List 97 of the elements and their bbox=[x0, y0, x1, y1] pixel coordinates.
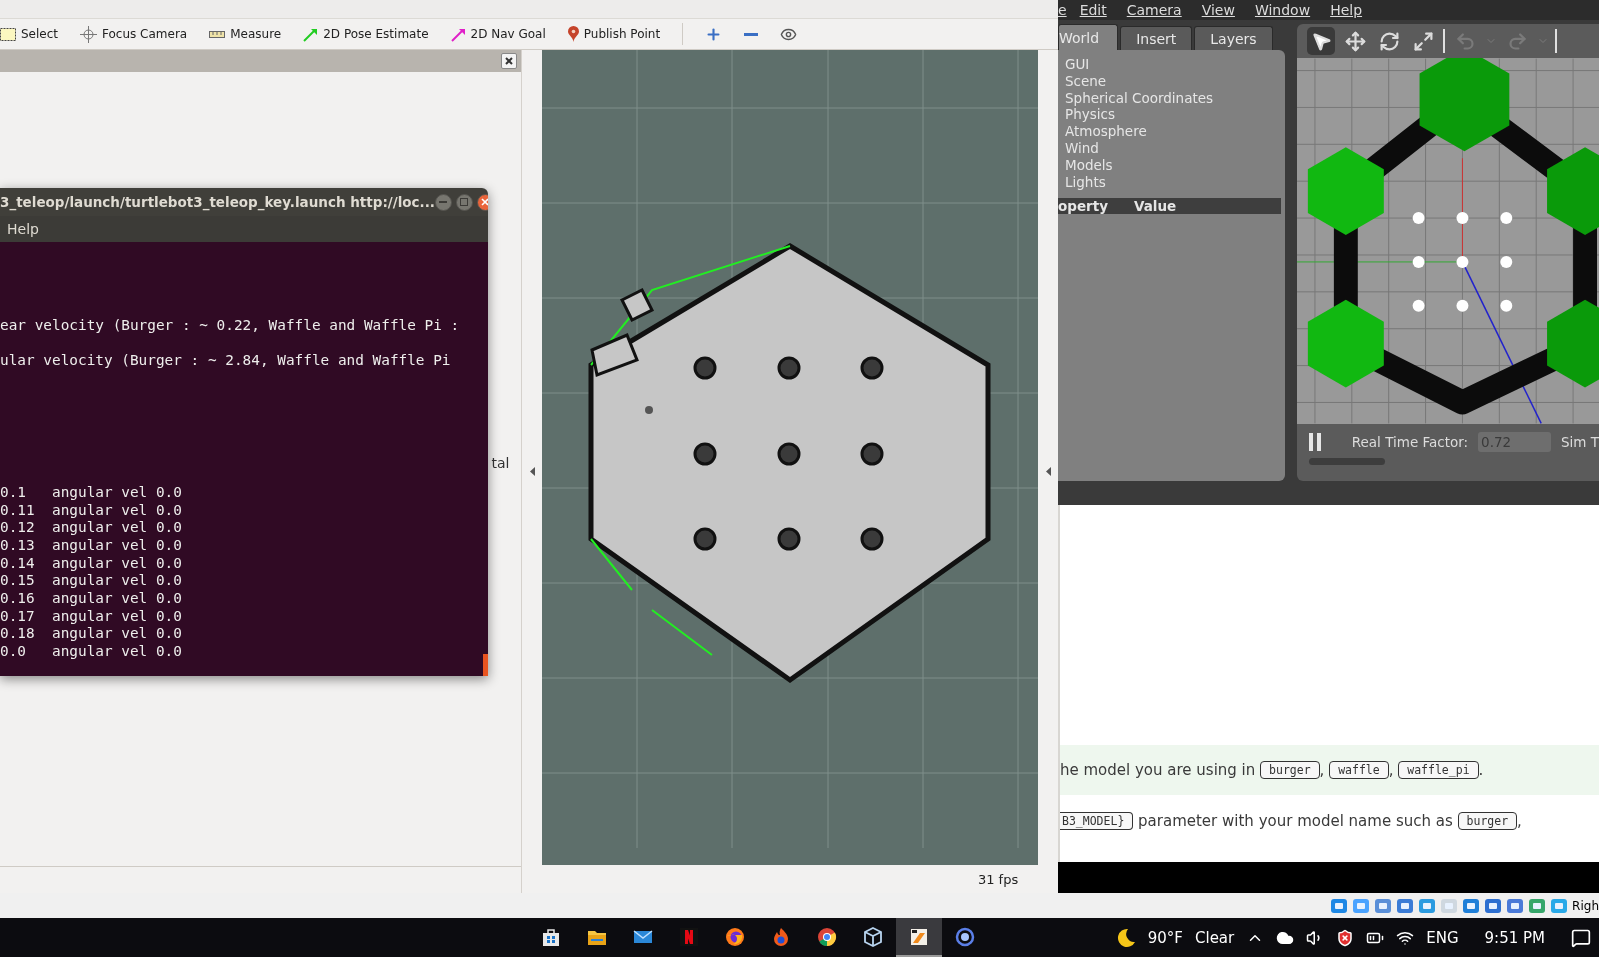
tab[interactable]: Layers bbox=[1194, 26, 1273, 50]
close-button[interactable] bbox=[501, 53, 518, 69]
menu-item[interactable]: View bbox=[1201, 2, 1235, 18]
status-icon[interactable] bbox=[1506, 896, 1525, 915]
dashed-rectangle-icon bbox=[0, 27, 16, 41]
menu-item[interactable]: Edit bbox=[1079, 2, 1107, 18]
menu-item[interactable]: Window bbox=[1254, 2, 1311, 18]
menu-item[interactable]: Help bbox=[7, 221, 39, 237]
tab[interactable]: Insert bbox=[1120, 26, 1193, 50]
terminal-line: 0.16 angular vel 0.0 bbox=[0, 590, 183, 608]
status-icon[interactable] bbox=[1462, 896, 1481, 915]
select-tool-button[interactable] bbox=[1307, 27, 1335, 55]
tool-button[interactable]: Measure bbox=[209, 25, 282, 43]
tool-button[interactable]: Select bbox=[0, 25, 59, 43]
tool-button[interactable]: 2D Nav Goal bbox=[450, 24, 546, 44]
rtf-label: Real Time Factor: bbox=[1351, 434, 1469, 450]
flame-icon bbox=[771, 926, 791, 947]
status-icon[interactable] bbox=[1528, 896, 1547, 915]
weather-text: Clear bbox=[1195, 928, 1235, 947]
maximize-icon bbox=[460, 198, 469, 206]
plus-icon bbox=[705, 25, 723, 43]
collapse-right-icon[interactable] bbox=[1045, 467, 1051, 476]
menu-item[interactable]: e bbox=[1058, 2, 1067, 18]
body-text: parameter with your model name such as bbox=[1137, 812, 1454, 830]
code-snippet: B3_MODEL} bbox=[1060, 812, 1134, 830]
temperature: 90°F bbox=[1147, 928, 1183, 947]
scale-icon bbox=[1412, 30, 1434, 52]
host-key-text: Righ bbox=[1572, 898, 1599, 913]
body-text: , bbox=[1517, 812, 1522, 830]
arrow-icon bbox=[303, 26, 319, 42]
body-text: . bbox=[1478, 761, 1484, 779]
status-icon[interactable] bbox=[1418, 896, 1437, 915]
crosshair-icon bbox=[80, 25, 98, 43]
sim-time-label: Sim T bbox=[1561, 434, 1599, 450]
map-pin-icon bbox=[567, 26, 579, 42]
status-icon[interactable] bbox=[1330, 896, 1349, 915]
language-indicator[interactable]: ENG bbox=[1426, 928, 1459, 947]
terminal-line: 0.12 angular vel 0.0 bbox=[0, 519, 183, 538]
code-snippet: waffle_pi bbox=[1398, 761, 1479, 779]
ring-icon bbox=[955, 926, 975, 947]
body-text: , bbox=[1319, 761, 1326, 779]
tool-button[interactable]: Focus Camera bbox=[80, 23, 188, 45]
redo-icon bbox=[1506, 30, 1528, 52]
clock[interactable]: 9:51 PM bbox=[1484, 928, 1545, 947]
add-view-button[interactable] bbox=[705, 25, 723, 43]
arrow-icon bbox=[450, 26, 466, 42]
column-header: Value bbox=[1134, 198, 1178, 215]
pause-button[interactable] bbox=[1309, 433, 1322, 451]
tool-button[interactable]: 2D Pose Estimate bbox=[303, 24, 429, 44]
rotate-icon bbox=[1378, 30, 1400, 52]
status-icon[interactable] bbox=[1374, 896, 1393, 915]
tricolor-circle-icon bbox=[817, 926, 837, 947]
body-text: , bbox=[1388, 761, 1395, 779]
scroll-marker bbox=[483, 654, 488, 676]
ruler-icon bbox=[209, 30, 226, 38]
close-button[interactable] bbox=[476, 193, 488, 211]
close-icon bbox=[505, 57, 514, 65]
minimize-icon bbox=[439, 201, 448, 203]
fox-globe-icon bbox=[725, 926, 745, 947]
status-icon[interactable] bbox=[1396, 896, 1415, 915]
window-title: 3_teleop/launch/turtlebot3_teleop_key.launch http://loc... bbox=[0, 194, 435, 210]
minimize-button[interactable] bbox=[434, 193, 452, 211]
fps-counter: 31 fps bbox=[976, 870, 1020, 889]
shield-icon[interactable] bbox=[1336, 928, 1355, 947]
body-text: he model you are using in bbox=[1060, 761, 1257, 779]
terminal-line: ear velocity (Burger : ~ 0.22, Waffle and Waffle Pi : bbox=[0, 317, 461, 335]
pointer-icon bbox=[1310, 30, 1332, 52]
terminal-line: 0.17 angular vel 0.0 bbox=[0, 607, 183, 626]
scrollbar-thumb[interactable] bbox=[1309, 458, 1385, 465]
terminal-line: 0.1 angular vel 0.0 bbox=[0, 483, 183, 502]
notifications-icon[interactable] bbox=[1571, 927, 1591, 948]
app-window-icon bbox=[909, 926, 929, 947]
taskbar-app[interactable] bbox=[896, 918, 942, 957]
code-snippet: burger bbox=[1457, 812, 1518, 830]
close-icon bbox=[481, 198, 488, 206]
terminal-line: 0.13 angular vel 0.0 bbox=[0, 537, 183, 555]
move-icon bbox=[1344, 30, 1366, 52]
code-snippet: waffle bbox=[1329, 761, 1389, 779]
status-icon[interactable] bbox=[1484, 896, 1503, 915]
menu-item[interactable]: Help bbox=[1330, 2, 1363, 18]
tool-button[interactable]: Publish Point bbox=[567, 24, 661, 44]
terminal-line: 0.11 angular vel 0.0 bbox=[0, 501, 183, 520]
collapse-left-icon[interactable] bbox=[529, 467, 535, 476]
terminal-line: ular velocity (Burger : ~ 2.84, Waffle and Waffle Pi bbox=[0, 352, 452, 370]
code-snippet: burger bbox=[1260, 761, 1320, 779]
terminal-line: 0.0 angular vel 0.0 bbox=[0, 643, 183, 661]
terminal-line: 0.15 angular vel 0.0 bbox=[0, 572, 183, 591]
terminal-line: 0.18 angular vel 0.0 bbox=[0, 625, 183, 644]
menu-item[interactable]: Camera bbox=[1126, 2, 1182, 18]
moon-icon bbox=[1115, 927, 1136, 948]
terminal-line: 0.14 angular vel 0.0 bbox=[0, 554, 183, 573]
remove-view-button[interactable] bbox=[744, 32, 759, 36]
minus-icon bbox=[744, 32, 759, 36]
shopping-bag-icon bbox=[541, 926, 561, 947]
panel-text: tal bbox=[491, 455, 510, 471]
cube-icon bbox=[863, 926, 883, 947]
column-header: operty bbox=[1058, 198, 1109, 215]
